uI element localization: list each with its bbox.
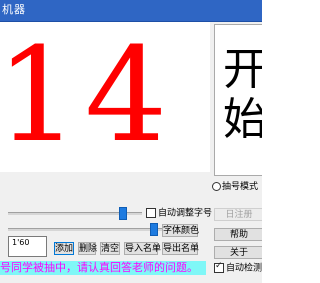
color-slider-thumb[interactable] <box>150 223 158 236</box>
auto-font-checkbox[interactable]: 自动调整字号 <box>146 208 212 220</box>
auto-check-box <box>214 261 224 273</box>
start-preview-text: 开 始 <box>223 45 262 145</box>
delete-button[interactable]: 删除 <box>78 242 97 255</box>
about-button[interactable]: 关于 <box>214 246 262 259</box>
auto-check-checkbox[interactable]: 自动检测新 <box>214 261 262 275</box>
side-top-button[interactable]: 日注册 <box>214 208 262 221</box>
font-color-button[interactable]: 字体颜色 <box>162 224 199 237</box>
clear-button[interactable]: 清空 <box>100 242 120 255</box>
drawn-number-display: 14 <box>0 19 174 171</box>
mode-selector: 抽号模式 <box>212 181 262 195</box>
auto-font-box <box>146 208 156 218</box>
help-button[interactable]: 帮助 <box>214 228 262 241</box>
start-preview-panel[interactable]: 开 始 <box>214 24 262 176</box>
font-size-slider-thumb[interactable] <box>119 207 127 220</box>
time-input[interactable]: 1'60 <box>8 236 47 257</box>
font-size-slider[interactable] <box>8 207 142 220</box>
color-slider-track <box>8 228 162 231</box>
import-list-button[interactable]: 导入名单 <box>124 242 161 255</box>
auto-check-label: 自动检测新 <box>226 263 262 274</box>
message-bar: 号同学被抽中，请认真回答老师的问题。 <box>0 261 206 275</box>
draw-mode-label: 抽号模式 <box>222 182 259 192</box>
radio-icon <box>212 182 221 191</box>
status-message: 号同学被抽中，请认真回答老师的问题。 <box>0 261 198 274</box>
export-list-button[interactable]: 导出名单 <box>162 242 199 255</box>
auto-font-label: 自动调整字号 <box>158 208 213 219</box>
app-window: 机器 14 开 始 抽号模式 日注册 帮助 关于 自动检测新 自动调整字号 字体… <box>0 0 262 283</box>
add-button[interactable]: 添加 <box>54 242 74 255</box>
window-title: 机器 <box>2 3 26 16</box>
draw-mode-radio[interactable]: 抽号模式 <box>212 182 258 192</box>
color-slider[interactable] <box>8 223 162 236</box>
